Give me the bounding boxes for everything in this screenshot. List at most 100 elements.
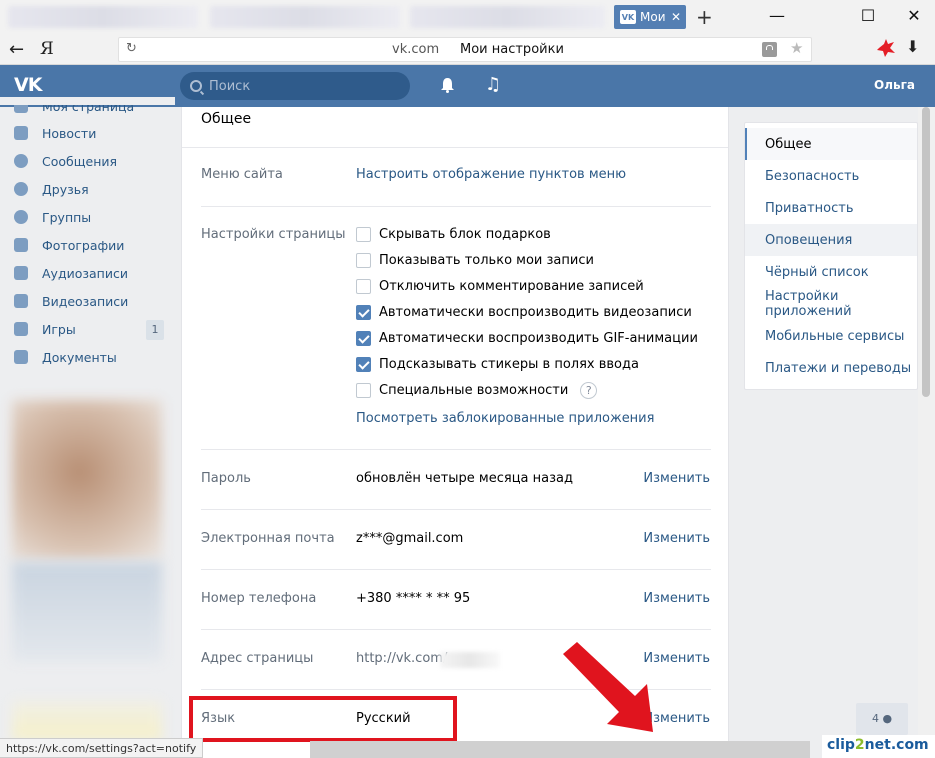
settings-nav-mobile[interactable]: Мобильные сервисы <box>745 320 917 352</box>
checkbox-box[interactable] <box>356 330 371 346</box>
left-menu-label: Документы <box>42 349 117 365</box>
reload-icon[interactable]: ↻ <box>126 41 137 56</box>
left-menu-item-news[interactable]: Новости <box>14 122 164 144</box>
checkbox-box[interactable] <box>356 226 371 242</box>
blurred-tab[interactable] <box>410 6 605 28</box>
left-menu-item-photos[interactable]: Фотографии <box>14 234 164 256</box>
settings-nav-payments[interactable]: Платежи и переводы <box>745 352 917 384</box>
person-icon: ● <box>882 712 893 725</box>
blurred-ad-text[interactable] <box>12 562 162 662</box>
configure-menu-link[interactable]: Настроить отображение пунктов меню <box>356 167 626 182</box>
checkbox-suggest-stickers[interactable]: Подсказывать стикеры в полях ввода <box>356 355 639 373</box>
checkbox-hide-gifts[interactable]: Скрывать блок подарков <box>356 225 551 243</box>
browser-tab-bar: VK Мои ✕ + — ☐ ✕ <box>0 0 935 34</box>
checkbox-box[interactable] <box>356 382 371 398</box>
yandex-logo[interactable]: Я <box>40 39 54 59</box>
phone-label: Номер телефона <box>201 591 317 606</box>
left-menu-item-messages[interactable]: Сообщения <box>14 150 164 172</box>
tab-title: Мои <box>640 10 666 24</box>
horizontal-scrollbar[interactable] <box>310 741 810 758</box>
address-value: http://vk.com/ <box>356 651 448 666</box>
close-window-button[interactable]: ✕ <box>904 7 924 25</box>
scrollbar-thumb[interactable] <box>922 107 930 397</box>
left-menu-label: Игры <box>42 321 76 337</box>
checkbox-label: Отключить комментирование записей <box>379 278 644 294</box>
left-menu-item-documents[interactable]: Документы <box>14 346 164 368</box>
news-icon <box>14 126 28 140</box>
checkbox-box[interactable] <box>356 304 371 320</box>
tab-close-icon[interactable]: ✕ <box>669 10 683 24</box>
maximize-button[interactable]: ☐ <box>858 7 878 25</box>
left-menu-label: Аудиозаписи <box>42 265 128 281</box>
red-arrow-annotation <box>563 642 653 732</box>
settings-nav-blacklist[interactable]: Чёрный список <box>745 256 917 288</box>
clip2net-watermark: clip2net.com <box>822 735 935 758</box>
bookmark-star-icon[interactable]: ★ <box>790 39 803 57</box>
email-value: z***@gmail.com <box>356 531 464 546</box>
left-menu-item-games[interactable]: Игры 1 <box>14 318 164 340</box>
bell-icon[interactable] <box>440 77 455 93</box>
active-tab[interactable]: VK Мои ✕ <box>614 5 686 29</box>
checkbox-label: Специальные возможности <box>379 382 569 398</box>
settings-nav-notifications[interactable]: Оповещения <box>745 224 917 256</box>
user-name[interactable]: Ольга <box>874 78 915 92</box>
edit-phone-link[interactable]: Изменить <box>643 591 710 606</box>
left-menu-item-audio[interactable]: Аудиозаписи <box>14 262 164 284</box>
checkbox-disable-comments[interactable]: Отключить комментирование записей <box>356 277 644 295</box>
games-badge: 1 <box>146 320 164 340</box>
address-label: Адрес страницы <box>201 651 314 666</box>
vk-logo[interactable]: VK <box>14 74 42 96</box>
language-highlight-box <box>189 696 457 742</box>
extension-icon[interactable] <box>876 38 896 58</box>
divider <box>182 147 728 148</box>
blurred-ad-image[interactable] <box>12 400 162 560</box>
search-box[interactable] <box>180 72 410 100</box>
help-icon[interactable]: ? <box>580 381 598 399</box>
checkbox-box[interactable] <box>356 278 371 294</box>
divider <box>201 449 711 450</box>
left-menu-label: Фотографии <box>42 237 125 253</box>
checkbox-only-my-posts[interactable]: Показывать только мои записи <box>356 251 594 269</box>
minimize-button[interactable]: — <box>767 7 787 25</box>
checkbox-autoplay-gif[interactable]: Автоматически воспроизводить GIF-анимаци… <box>356 329 698 347</box>
settings-nav-privacy[interactable]: Приватность <box>745 192 917 224</box>
left-menu-item-groups[interactable]: Группы <box>14 206 164 228</box>
lock-icon[interactable] <box>762 42 777 57</box>
new-tab-button[interactable]: + <box>696 6 713 28</box>
site-menu-label: Меню сайта <box>201 167 283 182</box>
blurred-tab[interactable] <box>8 6 198 28</box>
watermark-text: clip <box>827 737 855 753</box>
settings-nav-general[interactable]: Общее <box>745 128 917 160</box>
edit-password-link[interactable]: Изменить <box>643 471 710 486</box>
divider <box>201 509 711 510</box>
blurred-tab[interactable] <box>210 6 400 28</box>
back-button[interactable]: ← <box>9 39 24 60</box>
watermark-domain: net.com <box>864 737 929 753</box>
settings-nav-security[interactable]: Безопасность <box>745 160 917 192</box>
blurred-ad-image[interactable] <box>12 700 162 740</box>
checkbox-accessibility[interactable]: Специальные возможности ? <box>356 381 598 399</box>
menu-scroll-edge <box>0 97 175 105</box>
url-field[interactable]: ↻ vk.com Мои настройки ★ <box>118 37 812 62</box>
checkbox-box[interactable] <box>356 356 371 372</box>
download-icon[interactable]: ⬇ <box>906 37 919 56</box>
groups-icon <box>14 210 28 224</box>
chat-count: 4 <box>871 712 879 725</box>
checkbox-box[interactable] <box>356 252 371 268</box>
edit-email-link[interactable]: Изменить <box>643 531 710 546</box>
video-icon <box>14 294 28 308</box>
status-bar-url: https://vk.com/settings?act=notify <box>0 738 204 758</box>
left-menu-item-friends[interactable]: Друзья <box>14 178 164 200</box>
search-input[interactable] <box>209 78 399 94</box>
settings-nav-app-settings[interactable]: Настройки приложений <box>745 288 917 320</box>
music-icon[interactable]: ♫ <box>485 74 501 95</box>
left-menu-label: Друзья <box>42 181 89 197</box>
camera-icon <box>14 238 28 252</box>
phone-value: +380 **** * ** 95 <box>356 591 471 606</box>
page-settings-label: Настройки страницы <box>201 227 346 242</box>
checkbox-autoplay-video[interactable]: Автоматически воспроизводить видеозаписи <box>356 303 692 321</box>
chat-button[interactable]: 4 ● <box>856 703 908 735</box>
left-menu-item-video[interactable]: Видеозаписи <box>14 290 164 312</box>
blocked-apps-link[interactable]: Посмотреть заблокированные приложения <box>356 411 654 426</box>
left-menu-label: Видеозаписи <box>42 293 129 309</box>
